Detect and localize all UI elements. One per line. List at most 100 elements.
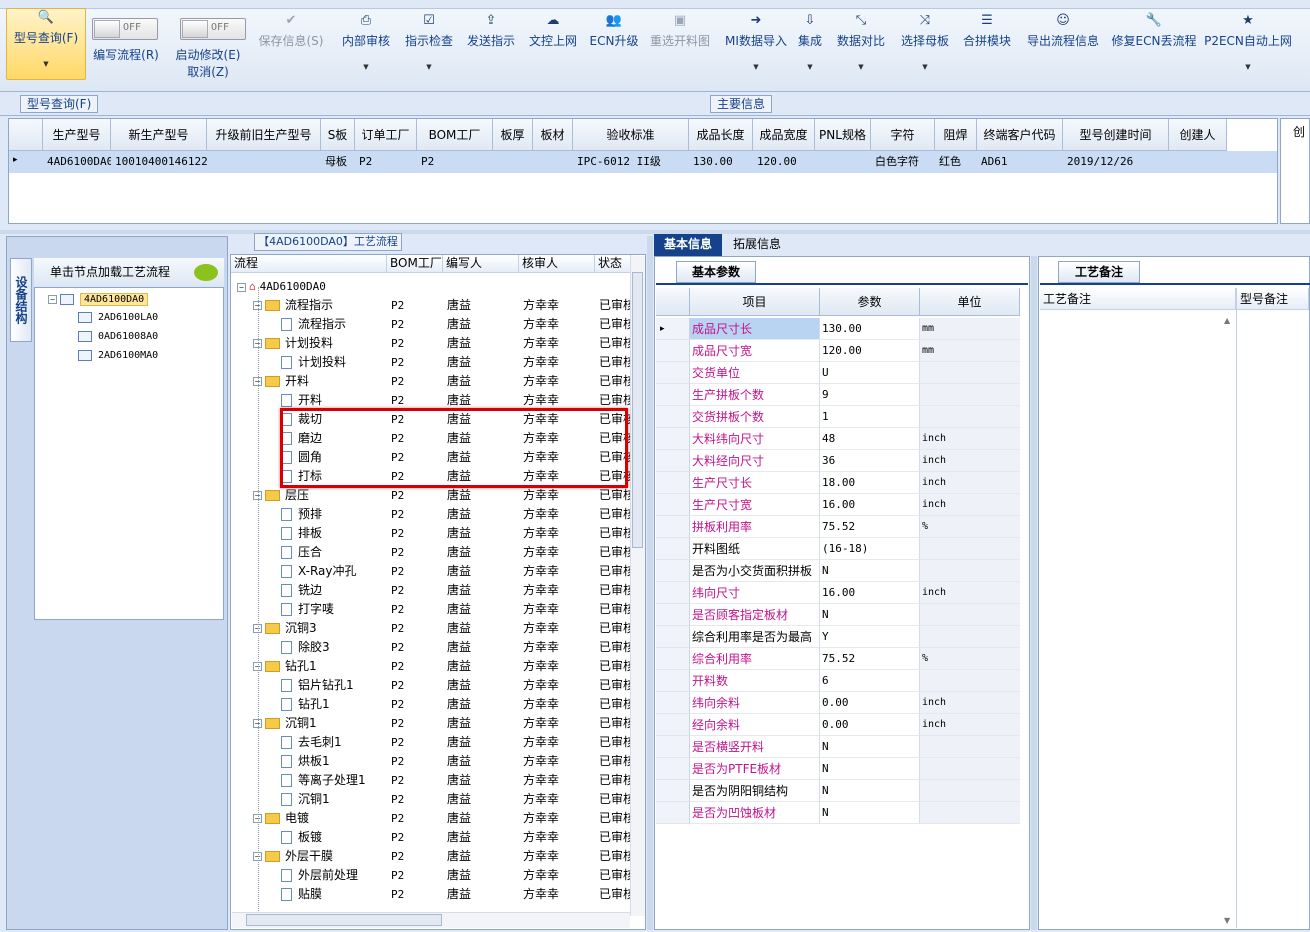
tab-extended-info[interactable]: 拓展信息: [726, 234, 788, 256]
param-row[interactable]: 开料图纸 (16-18): [656, 538, 1028, 560]
param-value[interactable]: 36: [820, 450, 920, 472]
param-value[interactable]: N: [820, 604, 920, 626]
param-value[interactable]: 0.00: [820, 692, 920, 714]
toolbar-button-9[interactable]: ⇩ 集成 ▼: [792, 12, 828, 74]
param-row[interactable]: 生产尺寸长 18.00 inch: [656, 472, 1028, 494]
param-row[interactable]: 是否为小交货面积拼板 N: [656, 560, 1028, 582]
grid-col-header[interactable]: 创建人: [1169, 119, 1227, 151]
tab-process-notes[interactable]: 工艺备注: [1058, 261, 1140, 283]
param-value[interactable]: (16-18): [820, 538, 920, 560]
process-row[interactable]: 除胶3 P2 唐益 方幸幸 已审核: [231, 638, 635, 657]
process-row[interactable]: 等离子处理1 P2 唐益 方幸幸 已审核: [231, 771, 635, 790]
process-col-header[interactable]: BOM工厂: [387, 255, 443, 273]
write-flow-toggle[interactable]: OFF: [92, 18, 158, 40]
grid-col-header[interactable]: 成品宽度: [753, 119, 815, 151]
grid-col-header[interactable]: 板材: [533, 119, 573, 151]
param-row[interactable]: 纬向尺寸 16.00 inch: [656, 582, 1028, 604]
grid-col-header[interactable]: 新生产型号: [111, 119, 207, 151]
param-row[interactable]: 大料经向尺寸 36 inch: [656, 450, 1028, 472]
device-structure-tab[interactable]: 设备结构: [10, 258, 32, 342]
param-row[interactable]: 大料纬向尺寸 48 inch: [656, 428, 1028, 450]
grid-col-header[interactable]: 验收标准: [573, 119, 689, 151]
collapse-icon[interactable]: −: [48, 294, 57, 304]
param-value[interactable]: 75.52: [820, 648, 920, 670]
param-row[interactable]: 生产尺寸宽 16.00 inch: [656, 494, 1028, 516]
param-row[interactable]: 是否顾客指定板材 N: [656, 604, 1028, 626]
model-query-group-tab[interactable]: 型号查询(F): [20, 95, 99, 113]
process-row[interactable]: 钻孔1 P2 唐益 方幸幸 已审核: [231, 695, 635, 714]
toolbar-button-0[interactable]: 🔍 型号查询(F) ▼: [6, 8, 86, 80]
toolbar-button-3[interactable]: ☑ 指示检查 ▼: [400, 12, 458, 74]
process-col-header[interactable]: 流程: [231, 255, 387, 273]
process-row[interactable]: 排板 P2 唐益 方幸幸 已审核: [231, 524, 635, 543]
grid-col-header[interactable]: S板: [321, 119, 355, 151]
process-row[interactable]: − 流程指示 P2 唐益 方幸幸 已审核: [231, 296, 635, 315]
grid-col-header[interactable]: 终端客户代码: [977, 119, 1063, 151]
process-row[interactable]: − 开料 P2 唐益 方幸幸 已审核: [231, 372, 635, 391]
process-row[interactable]: 板镀 P2 唐益 方幸幸 已审核: [231, 828, 635, 847]
process-row[interactable]: 沉铜1 P2 唐益 方幸幸 已审核: [231, 790, 635, 809]
toolbar-button-6[interactable]: 👥 ECN升级: [586, 12, 642, 74]
process-root-row[interactable]: − ⌂ 4AD6100DA0: [231, 277, 631, 296]
toolbar-button-2[interactable]: ⎙ 内部审核 ▼: [336, 12, 396, 74]
param-value[interactable]: 6: [820, 670, 920, 692]
main-info-group-tab[interactable]: 主要信息: [710, 95, 773, 113]
param-row[interactable]: 经向余料 0.00 inch: [656, 714, 1028, 736]
param-value[interactable]: 16.00: [820, 582, 920, 604]
process-row[interactable]: 流程指示 P2 唐益 方幸幸 已审核: [231, 315, 635, 334]
param-row[interactable]: 是否为阴阳铜结构 N: [656, 780, 1028, 802]
vertical-splitter[interactable]: [647, 236, 653, 930]
param-value[interactable]: Y: [820, 626, 920, 648]
param-value[interactable]: 9: [820, 384, 920, 406]
param-row[interactable]: 交货拼板个数 1: [656, 406, 1028, 428]
process-row[interactable]: 计划投料 P2 唐益 方幸幸 已审核: [231, 353, 635, 372]
tab-basic-params[interactable]: 基本参数: [676, 261, 756, 283]
param-value[interactable]: 75.52: [820, 516, 920, 538]
param-value[interactable]: U: [820, 362, 920, 384]
tree-node-root[interactable]: − 4AD6100DA0: [48, 292, 149, 308]
process-row[interactable]: 铝片钻孔1 P2 唐益 方幸幸 已审核: [231, 676, 635, 695]
process-row[interactable]: 烘板1 P2 唐益 方幸幸 已审核: [231, 752, 635, 771]
param-row[interactable]: 交货单位 U: [656, 362, 1028, 384]
comment-bubble-icon[interactable]: [194, 264, 218, 281]
process-row[interactable]: 预排 P2 唐益 方幸幸 已审核: [231, 505, 635, 524]
tab-basic-info[interactable]: 基本信息: [654, 234, 722, 256]
grid-col-header[interactable]: BOM工厂: [417, 119, 493, 151]
process-row[interactable]: − 计划投料 P2 唐益 方幸幸 已审核: [231, 334, 635, 353]
process-row[interactable]: − 层压 P2 唐益 方幸幸 已审核: [231, 486, 635, 505]
param-value[interactable]: N: [820, 802, 920, 824]
param-row[interactable]: 开料数 6: [656, 670, 1028, 692]
param-value[interactable]: N: [820, 736, 920, 758]
toolbar-button-4[interactable]: ⇪ 发送指示: [460, 12, 522, 74]
param-row[interactable]: 是否为PTFE板材 N: [656, 758, 1028, 780]
process-row[interactable]: 贴膜 P2 唐益 方幸幸 已审核: [231, 885, 635, 904]
scroll-down-icon[interactable]: ▼: [1224, 916, 1230, 925]
scroll-up-icon[interactable]: ▲: [1224, 316, 1230, 325]
grid-col-header[interactable]: 字符: [871, 119, 935, 151]
grid-col-header[interactable]: 升级前旧生产型号: [207, 119, 321, 151]
params-col-header[interactable]: 项目: [690, 288, 820, 316]
param-value[interactable]: N: [820, 780, 920, 802]
toolbar-button-7[interactable]: ▣ 重选开料图: [644, 12, 716, 74]
process-row[interactable]: X-Ray冲孔 P2 唐益 方幸幸 已审核: [231, 562, 635, 581]
grid-col-header[interactable]: 型号创建时间: [1063, 119, 1169, 151]
param-value[interactable]: 48: [820, 428, 920, 450]
param-value[interactable]: N: [820, 758, 920, 780]
grid-col-header[interactable]: 阻焊: [935, 119, 977, 151]
param-value[interactable]: 1: [820, 406, 920, 428]
grid-col-header[interactable]: 板厚: [493, 119, 533, 151]
start-edit-toggle[interactable]: OFF: [180, 18, 246, 40]
process-col-header[interactable]: 核审人: [519, 255, 595, 273]
toolbar-button-15[interactable]: ★ P2ECN自动上网 ▼: [1202, 12, 1294, 74]
toolbar-button-1[interactable]: ✔ 保存信息(S): [252, 12, 330, 74]
horizontal-scroll-thumb[interactable]: [246, 914, 442, 926]
toolbar-button-11[interactable]: ⤨ 选择母板 ▼: [894, 12, 956, 74]
process-row[interactable]: − 钻孔1 P2 唐益 方幸幸 已审核: [231, 657, 635, 676]
process-row[interactable]: 铣边 P2 唐益 方幸幸 已审核: [231, 581, 635, 600]
toolbar-button-12[interactable]: ☰ 合拼模块: [956, 12, 1018, 74]
grid-col-header[interactable]: 生产型号: [43, 119, 111, 151]
process-row[interactable]: 打字唛 P2 唐益 方幸幸 已审核: [231, 600, 635, 619]
process-row[interactable]: − 沉铜3 P2 唐益 方幸幸 已审核: [231, 619, 635, 638]
process-row[interactable]: 去毛刺1 P2 唐益 方幸幸 已审核: [231, 733, 635, 752]
params-col-header[interactable]: 参数: [820, 288, 920, 316]
